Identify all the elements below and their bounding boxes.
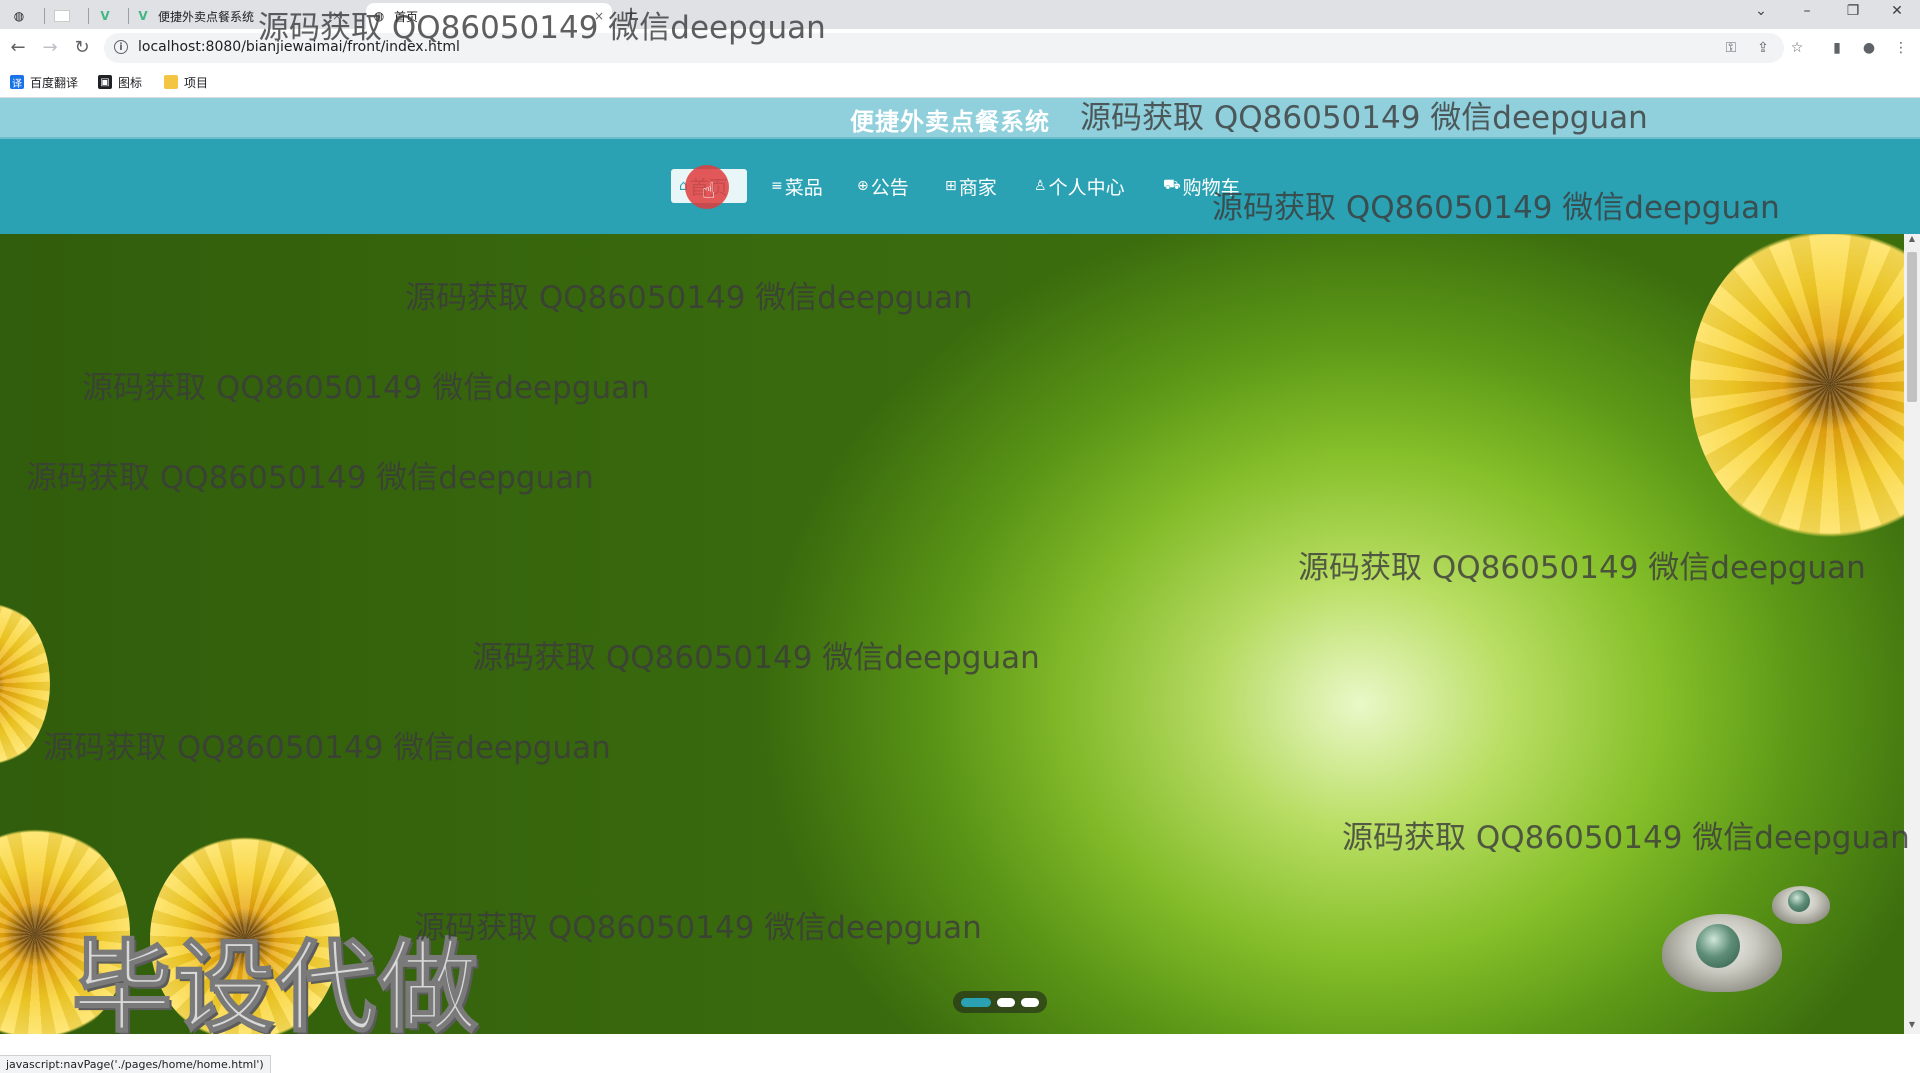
translate-icon: 译 (10, 75, 24, 90)
watermark-text: 源码获取 QQ86050149 微信deepguan (472, 640, 1040, 676)
watermark-text: 源码获取 QQ86050149 微信deepguan (414, 910, 982, 946)
close-window-button[interactable]: ✕ (1874, 0, 1920, 22)
vue-icon: V (138, 9, 148, 23)
carousel-dot[interactable] (1021, 997, 1039, 1007)
watermark-text: 源码获取 QQ86050149 微信deepguan (1298, 550, 1866, 586)
tab-pinned-2[interactable] (48, 3, 80, 29)
image-icon: ▣ (98, 75, 112, 89)
share-icon[interactable]: ⇪ (1752, 37, 1774, 59)
nav-label: 公告 (870, 176, 909, 199)
pearl-image (1696, 924, 1740, 968)
scroll-up-icon[interactable]: ▲ (1904, 234, 1920, 248)
menu-icon: ≡ (771, 178, 783, 194)
globe-icon: ⊕ (857, 178, 869, 194)
carousel-indicators (953, 991, 1047, 1013)
bookmark-item[interactable]: ▣ 图标 (98, 73, 142, 91)
side-panel-icon[interactable]: ▮ (1826, 37, 1848, 59)
pearl-image (1788, 890, 1810, 912)
minimize-button[interactable]: – (1784, 0, 1830, 22)
nav-notice[interactable]: ⊕ 公告 (849, 169, 917, 203)
carousel-dot[interactable] (997, 997, 1015, 1007)
tab-search-icon[interactable]: ⌄ (1738, 0, 1784, 22)
shop-icon: ⊞ (945, 178, 957, 194)
watermark-text: 源码获取 QQ86050149 微信deepguan (82, 370, 650, 406)
menu-icon[interactable]: ⋮ (1890, 37, 1912, 59)
globe-icon: ◍ (13, 9, 25, 23)
nav-label: 菜品 (784, 176, 823, 199)
carousel-dot[interactable] (961, 997, 991, 1007)
nav-label: 个人中心 (1048, 176, 1125, 199)
scroll-thumb[interactable] (1907, 252, 1917, 402)
watermark-text: 源码获取 QQ86050149 微信deepguan (1080, 100, 1648, 136)
key-icon[interactable]: ⚿ (1720, 37, 1742, 59)
watermark-text: 源码获取 QQ86050149 微信deepguan (26, 460, 594, 496)
vue-icon: V (100, 9, 110, 23)
site-info-icon[interactable]: i (114, 40, 128, 54)
nav-personal-center[interactable]: ♙ 个人中心 (1026, 169, 1133, 203)
watermark-text: 源码获取 QQ86050149 微信deepguan (1342, 820, 1910, 856)
bookmark-item[interactable]: 项目 (164, 73, 208, 91)
site-title: 便捷外卖点餐系统 (850, 108, 1050, 136)
tab-pinned-1[interactable]: ◍ (6, 3, 38, 29)
nav-dishes[interactable]: ≡ 菜品 (763, 169, 831, 203)
watermark-text: 源码获取 QQ86050149 微信deepguan (1212, 190, 1780, 226)
blank-tab-icon (54, 10, 70, 22)
watermark-text: 源码获取 QQ86050149 微信deepguan (258, 10, 826, 46)
status-url: javascript:navPage('./pages/home/home.ht… (0, 1055, 271, 1073)
watermark-text: 源码获取 QQ86050149 微信deepguan (405, 280, 973, 316)
nav-merchant[interactable]: ⊞ 商家 (937, 169, 1005, 203)
folder-icon (164, 75, 178, 89)
restore-button[interactable]: ❐ (1830, 0, 1876, 22)
bookmark-item[interactable]: 译 百度翻译 (10, 73, 78, 91)
back-button[interactable]: ← (6, 36, 30, 60)
nav-label: 商家 (958, 176, 997, 199)
watermark-text: 源码获取 QQ86050149 微信deepguan (43, 730, 611, 766)
forward-button[interactable]: → (38, 36, 62, 60)
tab-title: 便捷外卖点餐系统 (158, 9, 255, 24)
page-scrollbar[interactable]: ▲ ▼ (1904, 234, 1920, 1034)
tab-pinned-3[interactable]: V (92, 3, 124, 29)
reload-button[interactable]: ↻ (70, 36, 94, 60)
cart-icon: ⛟ (1163, 177, 1181, 193)
scroll-down-icon[interactable]: ▼ (1904, 1020, 1920, 1034)
user-icon: ♙ (1034, 178, 1047, 194)
hand-cursor-icon: ☝ (702, 179, 716, 204)
bookmark-star-icon[interactable]: ☆ (1786, 37, 1808, 59)
profile-avatar[interactable]: ● (1858, 37, 1880, 59)
